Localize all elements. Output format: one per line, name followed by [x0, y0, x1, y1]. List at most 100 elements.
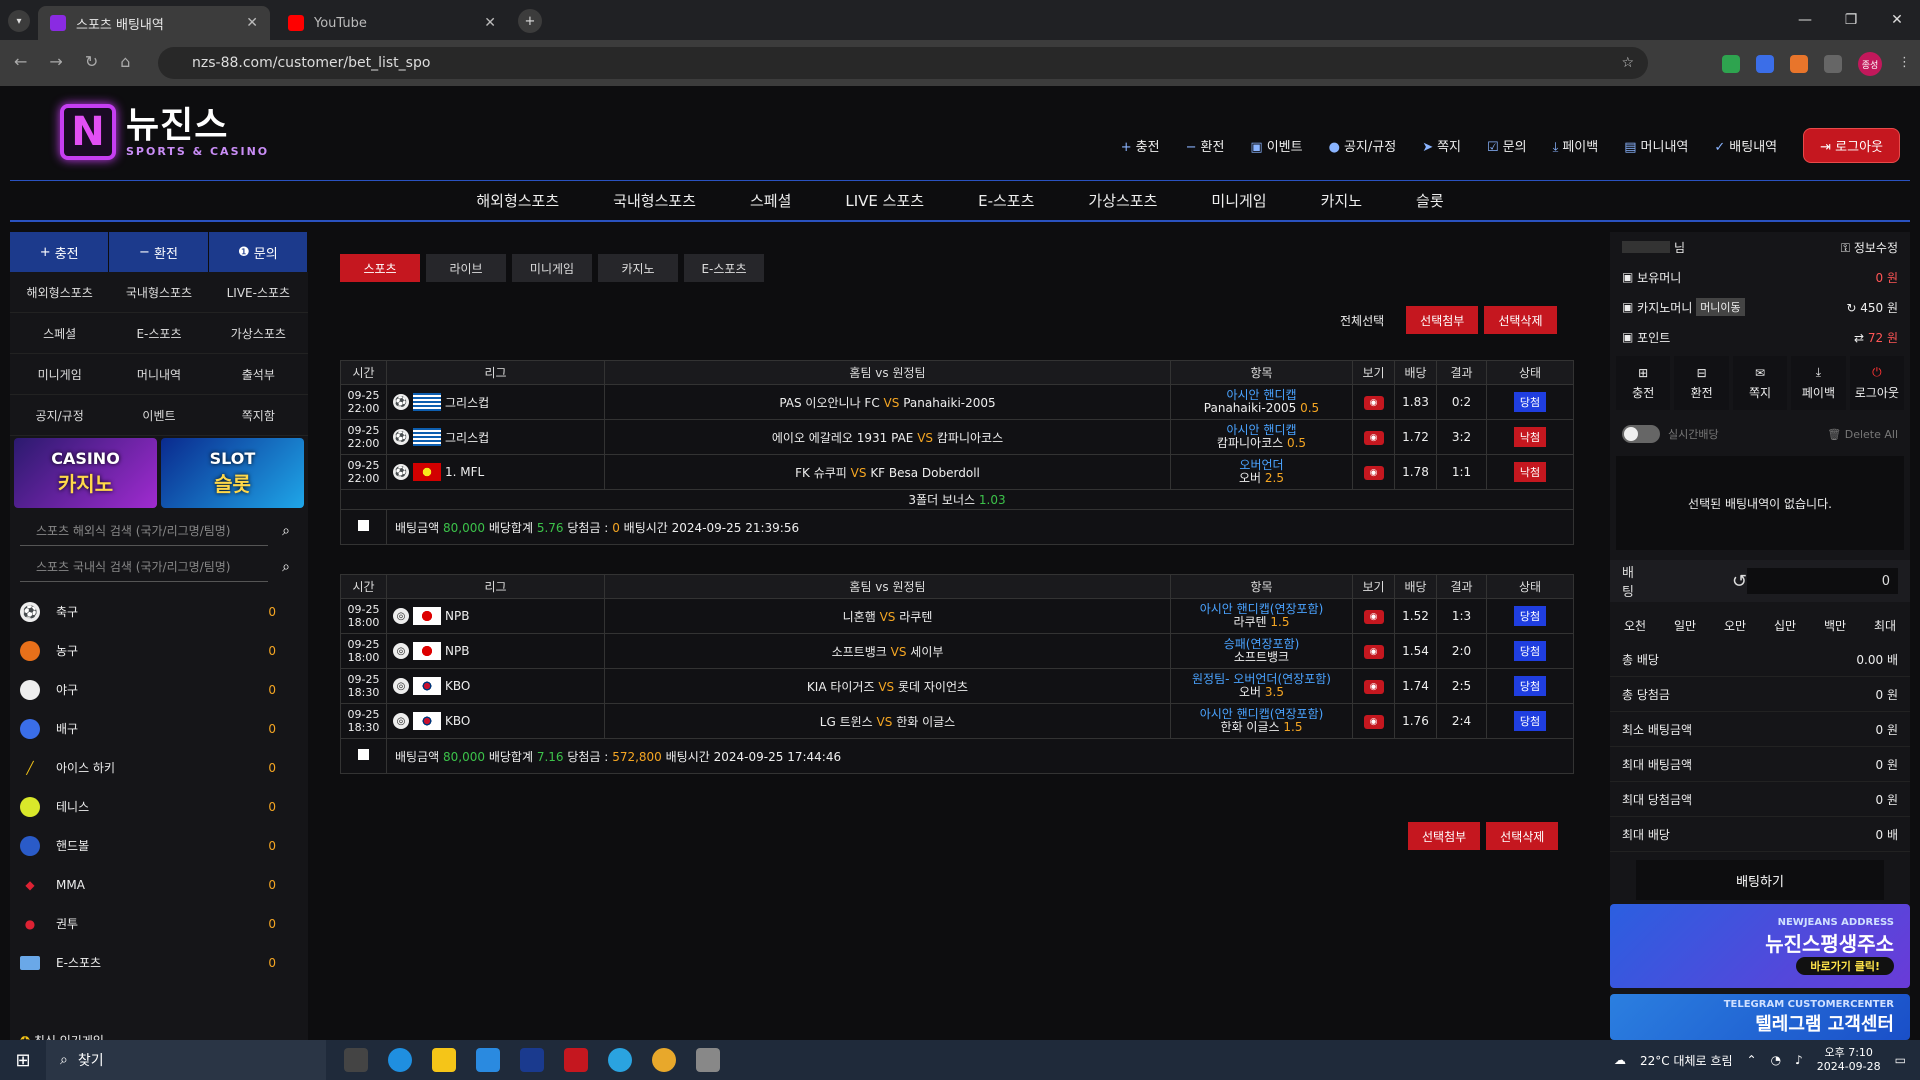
topmenu-payback[interactable]: ⤓ 페이백	[1553, 136, 1599, 155]
sport-item-icehockey[interactable]: ╱ 아이스 하키 0	[10, 748, 308, 787]
view-eye-icon[interactable]: ◉	[1363, 466, 1384, 480]
slot-banner[interactable]: SLOT 슬롯	[161, 438, 304, 508]
quick-withdraw-button[interactable]: ⊟ 환전	[1674, 356, 1729, 410]
topmenu-event[interactable]: ▣ 이벤트	[1250, 136, 1302, 155]
tab-casino[interactable]: 카지노	[598, 254, 678, 282]
realtime-toggle[interactable]	[1622, 425, 1660, 443]
sport-item-baseball[interactable]: 야구 0	[10, 670, 308, 709]
telegram-promo-banner[interactable]: TELEGRAM CUSTOMERCENTER 텔레그램 고객센터	[1610, 994, 1910, 1040]
forward-icon[interactable]: →	[49, 52, 62, 71]
select-checkbox[interactable]	[358, 749, 369, 760]
reset-icon[interactable]: ↺	[1732, 571, 1747, 592]
nav-virtual-sports[interactable]: 가상스포츠	[1088, 190, 1157, 211]
taskbar-search[interactable]: ⌕ 찾기	[46, 1040, 326, 1080]
close-window-icon[interactable]: ✕	[1874, 0, 1920, 40]
chevron-up-icon[interactable]: ⌃	[1747, 1053, 1757, 1067]
edge-icon[interactable]	[388, 1048, 412, 1072]
view-eye-icon[interactable]: ◉	[1363, 610, 1384, 624]
amount-1000000-button[interactable]: 백만	[1810, 608, 1860, 642]
extension-icon[interactable]	[1790, 55, 1808, 73]
view-eye-icon[interactable]: ◉	[1363, 431, 1384, 445]
sidebar-item-special[interactable]: 스페셜	[10, 313, 110, 354]
topmenu-notice[interactable]: ● 공지/규정	[1329, 136, 1397, 155]
view-eye-icon[interactable]: ◉	[1363, 715, 1384, 729]
topmenu-bet-history[interactable]: ✓ 배팅내역	[1714, 136, 1777, 155]
profile-avatar[interactable]: 종성	[1858, 52, 1882, 76]
topmenu-inquiry[interactable]: ☑ 문의	[1487, 136, 1527, 155]
url-bar[interactable]: nzs-88.com/customer/bet_list_spo ☆	[158, 47, 1648, 79]
casino-banner[interactable]: CASINO 카지노	[14, 438, 157, 508]
sidebar-item-esports[interactable]: E-스포츠	[109, 313, 209, 354]
amount-max-button[interactable]: 최대	[1860, 608, 1910, 642]
home-icon[interactable]: ⌂	[120, 52, 130, 71]
search-icon[interactable]: ⌕	[282, 559, 290, 575]
nav-slot[interactable]: 슬롯	[1416, 190, 1444, 211]
money-transfer-button[interactable]: 머니이동	[1696, 298, 1745, 316]
sport-item-volleyball[interactable]: 배구 0	[10, 709, 308, 748]
tab-search-button[interactable]: ▾	[8, 10, 30, 32]
sidebar-item-virtual-sports[interactable]: 가상스포츠	[208, 313, 308, 354]
view-eye-icon[interactable]: ◉	[1363, 645, 1384, 659]
telegram-icon[interactable]	[608, 1048, 632, 1072]
tab-youtube[interactable]: YouTube ✕	[276, 6, 508, 40]
amount-50000-button[interactable]: 오만	[1710, 608, 1760, 642]
weather-text[interactable]: 22°C 대체로 흐림	[1640, 1052, 1732, 1069]
view-eye-icon[interactable]: ◉	[1363, 396, 1384, 410]
select-all-button[interactable]: 전체선택	[1340, 312, 1384, 329]
view-eye-icon[interactable]: ◉	[1363, 680, 1384, 694]
menu-dots-icon[interactable]: ⋮	[1898, 55, 1911, 73]
tab-sports[interactable]: 스포츠	[340, 254, 420, 282]
bet-amount-input[interactable]: 0	[1746, 568, 1898, 594]
network-icon[interactable]: ◔	[1771, 1053, 1781, 1067]
sport-item-soccer[interactable]: ⚽ 축구 0	[10, 592, 308, 631]
windows-start-icon[interactable]: ⊞	[0, 1050, 46, 1071]
extension-icon[interactable]	[1756, 55, 1774, 73]
select-checkbox[interactable]	[358, 520, 369, 531]
sidebar-item-messages[interactable]: 쪽지함	[208, 395, 308, 436]
site-logo[interactable]: N 뉴진스 SPORTS & CASINO	[60, 104, 269, 160]
tab-bet-list[interactable]: 스포츠 배팅내역 ✕	[38, 6, 270, 40]
tab-minigame[interactable]: 미니게임	[512, 254, 592, 282]
nav-special[interactable]: 스페셜	[750, 190, 791, 211]
quick-logout-button[interactable]: ⏻ 로그아웃	[1849, 356, 1905, 410]
tab-live[interactable]: 라이브	[426, 254, 506, 282]
notification-icon[interactable]: ▭	[1895, 1053, 1906, 1067]
volume-icon[interactable]: ♪	[1795, 1053, 1803, 1067]
attach-selected-button[interactable]: 선택첨부	[1406, 306, 1479, 334]
sidebar-item-live-sports[interactable]: LIVE-스포츠	[208, 272, 308, 313]
quick-payback-button[interactable]: ⤓ 페이백	[1791, 356, 1846, 410]
new-tab-button[interactable]: +	[518, 9, 542, 33]
logout-button[interactable]: ⇥ 로그아웃	[1803, 128, 1900, 163]
sport-item-tennis[interactable]: 테니스 0	[10, 787, 308, 826]
topmenu-money-history[interactable]: ▤ 머니내역	[1624, 136, 1688, 155]
sport-item-handball[interactable]: 핸드볼 0	[10, 826, 308, 865]
sidebar-item-minigame[interactable]: 미니게임	[10, 354, 110, 395]
close-icon[interactable]: ✕	[484, 15, 496, 31]
chrome-icon[interactable]	[652, 1048, 676, 1072]
edit-info-button[interactable]: ⚿ 정보수정	[1841, 239, 1898, 256]
sidebar-deposit-button[interactable]: + 충전	[10, 232, 110, 272]
back-icon[interactable]: ←	[14, 52, 27, 71]
bookmark-star-icon[interactable]: ☆	[1621, 55, 1634, 71]
quick-deposit-button[interactable]: ⊞ 충전	[1616, 356, 1671, 410]
refresh-icon[interactable]: ↻	[1846, 301, 1860, 315]
mail-icon[interactable]	[476, 1048, 500, 1072]
attach-selected-button[interactable]: 선택첨부	[1408, 822, 1481, 850]
nav-overseas-sports[interactable]: 해외형스포츠	[476, 190, 559, 211]
sidebar-item-money-history[interactable]: 머니내역	[109, 354, 209, 395]
sidebar-item-overseas-sports[interactable]: 해외형스포츠	[10, 272, 110, 313]
task-view-icon[interactable]	[344, 1048, 368, 1072]
reload-icon[interactable]: ↻	[85, 52, 98, 71]
sidebar-item-attendance[interactable]: 출석부	[208, 354, 308, 395]
amount-100000-button[interactable]: 십만	[1760, 608, 1810, 642]
nav-casino[interactable]: 카지노	[1321, 190, 1362, 211]
puzzle-icon[interactable]	[1824, 55, 1842, 73]
delete-all-button[interactable]: 🗑 Delete All	[1827, 428, 1898, 441]
amount-10000-button[interactable]: 일만	[1660, 608, 1710, 642]
topmenu-withdraw[interactable]: − 환전	[1186, 136, 1225, 155]
close-icon[interactable]: ✕	[246, 15, 258, 31]
exchange-icon[interactable]: ⇄	[1854, 331, 1868, 345]
sidebar-item-event[interactable]: 이벤트	[109, 395, 209, 436]
mcafee-icon[interactable]	[564, 1048, 588, 1072]
search-icon[interactable]: ⌕	[282, 523, 290, 539]
